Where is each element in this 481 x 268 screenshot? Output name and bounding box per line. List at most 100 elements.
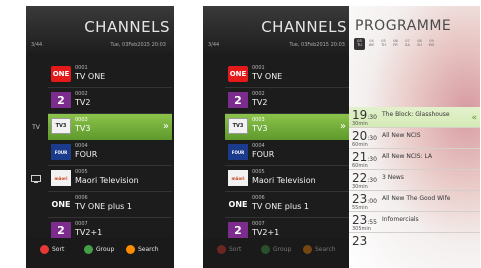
programme-name: Infomercials xyxy=(382,216,419,223)
channel-name: TV2 xyxy=(252,98,268,107)
day-name: WE xyxy=(368,43,375,47)
channel-row[interactable]: māori 0005 Maori Television xyxy=(225,166,349,192)
day-name: FR xyxy=(393,43,398,47)
channel-row-selected[interactable]: TV3 0003 TV3 » xyxy=(48,114,172,140)
channel-row[interactable]: ONE 0001 TV ONE xyxy=(225,62,349,88)
programme-row[interactable]: 23 xyxy=(349,233,480,254)
channel-name: TV3 xyxy=(75,124,91,133)
programme-time: 23 xyxy=(352,234,367,248)
group-button[interactable]: Group xyxy=(84,245,114,254)
programme-duration: 30min xyxy=(352,121,368,127)
channel-number: 0001 xyxy=(252,65,265,71)
channels-screen: CHANNELS 3/44 Tue, 03Feb2015 20:03 TV ON… xyxy=(26,6,174,268)
channel-name: Maori Television xyxy=(75,176,139,185)
channel-number: 0003 xyxy=(75,117,88,123)
sort-label: Sort xyxy=(229,246,242,253)
page-title: CHANNELS xyxy=(84,18,170,36)
channel-name: TV ONE plus 1 xyxy=(75,202,132,211)
channel-row[interactable]: FOUR 0004 FOUR xyxy=(225,140,349,166)
programme-name: All New NCIS xyxy=(382,132,421,139)
double-chevron-left-icon[interactable]: « xyxy=(471,113,477,123)
red-dot-icon xyxy=(217,245,226,254)
channel-name: FOUR xyxy=(75,150,98,159)
day-tab[interactable]: 06 FR xyxy=(390,38,401,50)
channel-row[interactable]: 2 0002 TV2 xyxy=(225,88,349,114)
double-chevron-right-icon[interactable]: » xyxy=(163,121,169,132)
tv2-plus-logo: 2 xyxy=(228,222,248,238)
channel-name: Maori Television xyxy=(252,176,316,185)
day-tab[interactable]: 04 WE xyxy=(366,38,377,50)
channel-name: FOUR xyxy=(252,150,275,159)
channel-count: 3/44 xyxy=(208,42,220,48)
day-name: TU xyxy=(357,43,362,47)
hour: 23 xyxy=(352,192,368,206)
programme-row[interactable]: 20:30 All New NCIS 60min xyxy=(349,128,480,149)
footer-bar: Sort Group Search xyxy=(26,238,174,268)
programme-name: All New NCIS: LA xyxy=(382,153,433,160)
date-time: Tue, 03Feb2015 20:03 xyxy=(110,42,166,48)
tv2-logo: 2 xyxy=(51,92,71,108)
day-tab[interactable]: 09 MO xyxy=(426,38,437,50)
programme-row[interactable]: 21:30 All New NCIS: LA 60min xyxy=(349,149,480,170)
header: CHANNELS 3/44 Tue, 03Feb2015 20:03 xyxy=(26,6,174,52)
programme-row-selected[interactable]: 19:30 The Block: Glasshouse 30min « xyxy=(349,107,480,128)
maori-tv-logo: māori xyxy=(51,170,71,186)
search-button[interactable]: Search xyxy=(126,245,159,254)
day-tab[interactable]: 08 SU xyxy=(414,38,425,50)
programme-panel: PROGRAMME 03 TU 04 WE 05 TH 06 FR 07 SA 08 SU … xyxy=(349,6,480,268)
minute: :30 xyxy=(367,135,377,142)
channel-row[interactable]: ONE 0001 TV ONE xyxy=(48,62,172,88)
programme-duration: 60min xyxy=(352,163,368,169)
four-logo: FOUR xyxy=(51,144,71,160)
maori-tv-logo: māori xyxy=(228,170,248,186)
page-title: CHANNELS xyxy=(261,18,347,36)
four-logo: FOUR xyxy=(228,144,248,160)
minute: :30 xyxy=(367,156,377,163)
day-selector: 03 TU 04 WE 05 TH 06 FR 07 SA 08 SU 09 MO xyxy=(354,38,437,50)
channel-row[interactable]: FOUR 0004 FOUR xyxy=(48,140,172,166)
search-button[interactable]: Search xyxy=(303,245,336,254)
programme-name: 3 News xyxy=(382,174,404,181)
sort-button[interactable]: Sort xyxy=(217,245,241,254)
channel-row[interactable]: ONE 0006 TV ONE plus 1 xyxy=(225,192,349,218)
double-chevron-right-icon[interactable]: » xyxy=(340,121,346,132)
green-dot-icon xyxy=(261,245,270,254)
programme-screen: CHANNELS 3/44 Tue, 03Feb2015 20:03 ONE 0… xyxy=(203,6,480,268)
programme-row[interactable]: 22:30 3 News 30min xyxy=(349,170,480,191)
hour: 19 xyxy=(352,108,368,122)
day-name: SA xyxy=(405,43,410,47)
channel-number: 0006 xyxy=(252,195,265,201)
search-label: Search xyxy=(138,246,159,253)
tv-one-plus-logo: ONE xyxy=(228,199,248,209)
header: CHANNELS 3/44 Tue, 03Feb2015 20:03 xyxy=(203,6,349,52)
sort-label: Sort xyxy=(52,246,65,253)
sort-button[interactable]: Sort xyxy=(40,245,64,254)
minute: :30 xyxy=(367,114,377,121)
programme-row[interactable]: 23:55 Infomercials 305min xyxy=(349,212,480,233)
date-time: Tue, 03Feb2015 20:03 xyxy=(289,42,345,48)
hour: 22 xyxy=(352,171,368,185)
group-button[interactable]: Group xyxy=(261,245,291,254)
day-name: TH xyxy=(381,43,386,47)
channel-row[interactable]: 2 0002 TV2 xyxy=(48,88,172,114)
channel-number: 0005 xyxy=(252,169,265,175)
channel-number: 0001 xyxy=(75,65,88,71)
day-tab[interactable]: 03 TU xyxy=(354,38,365,50)
day-tab[interactable]: 07 SA xyxy=(402,38,413,50)
tv2-logo: 2 xyxy=(228,92,248,108)
channel-row-selected[interactable]: TV3 0003 TV3 » xyxy=(225,114,349,140)
tv-one-logo: ONE xyxy=(228,66,248,82)
channel-row[interactable]: māori 0005 Maori Television xyxy=(48,166,172,192)
day-tab[interactable]: 05 TH xyxy=(378,38,389,50)
channel-name: TV ONE xyxy=(252,72,283,81)
red-dot-icon xyxy=(40,245,49,254)
hour: 23 xyxy=(352,234,368,248)
tv-one-plus-logo: ONE xyxy=(51,199,71,209)
group-label: Group xyxy=(273,246,292,253)
channel-row[interactable]: ONE 0006 TV ONE plus 1 xyxy=(48,192,172,218)
programme-time: 23:00 xyxy=(352,192,377,206)
programme-row[interactable]: 23:00 All New The Good Wife 55min xyxy=(349,191,480,212)
channel-name: TV ONE xyxy=(75,72,106,81)
minute: :00 xyxy=(367,198,377,205)
channel-name: TV2+1 xyxy=(75,228,103,237)
